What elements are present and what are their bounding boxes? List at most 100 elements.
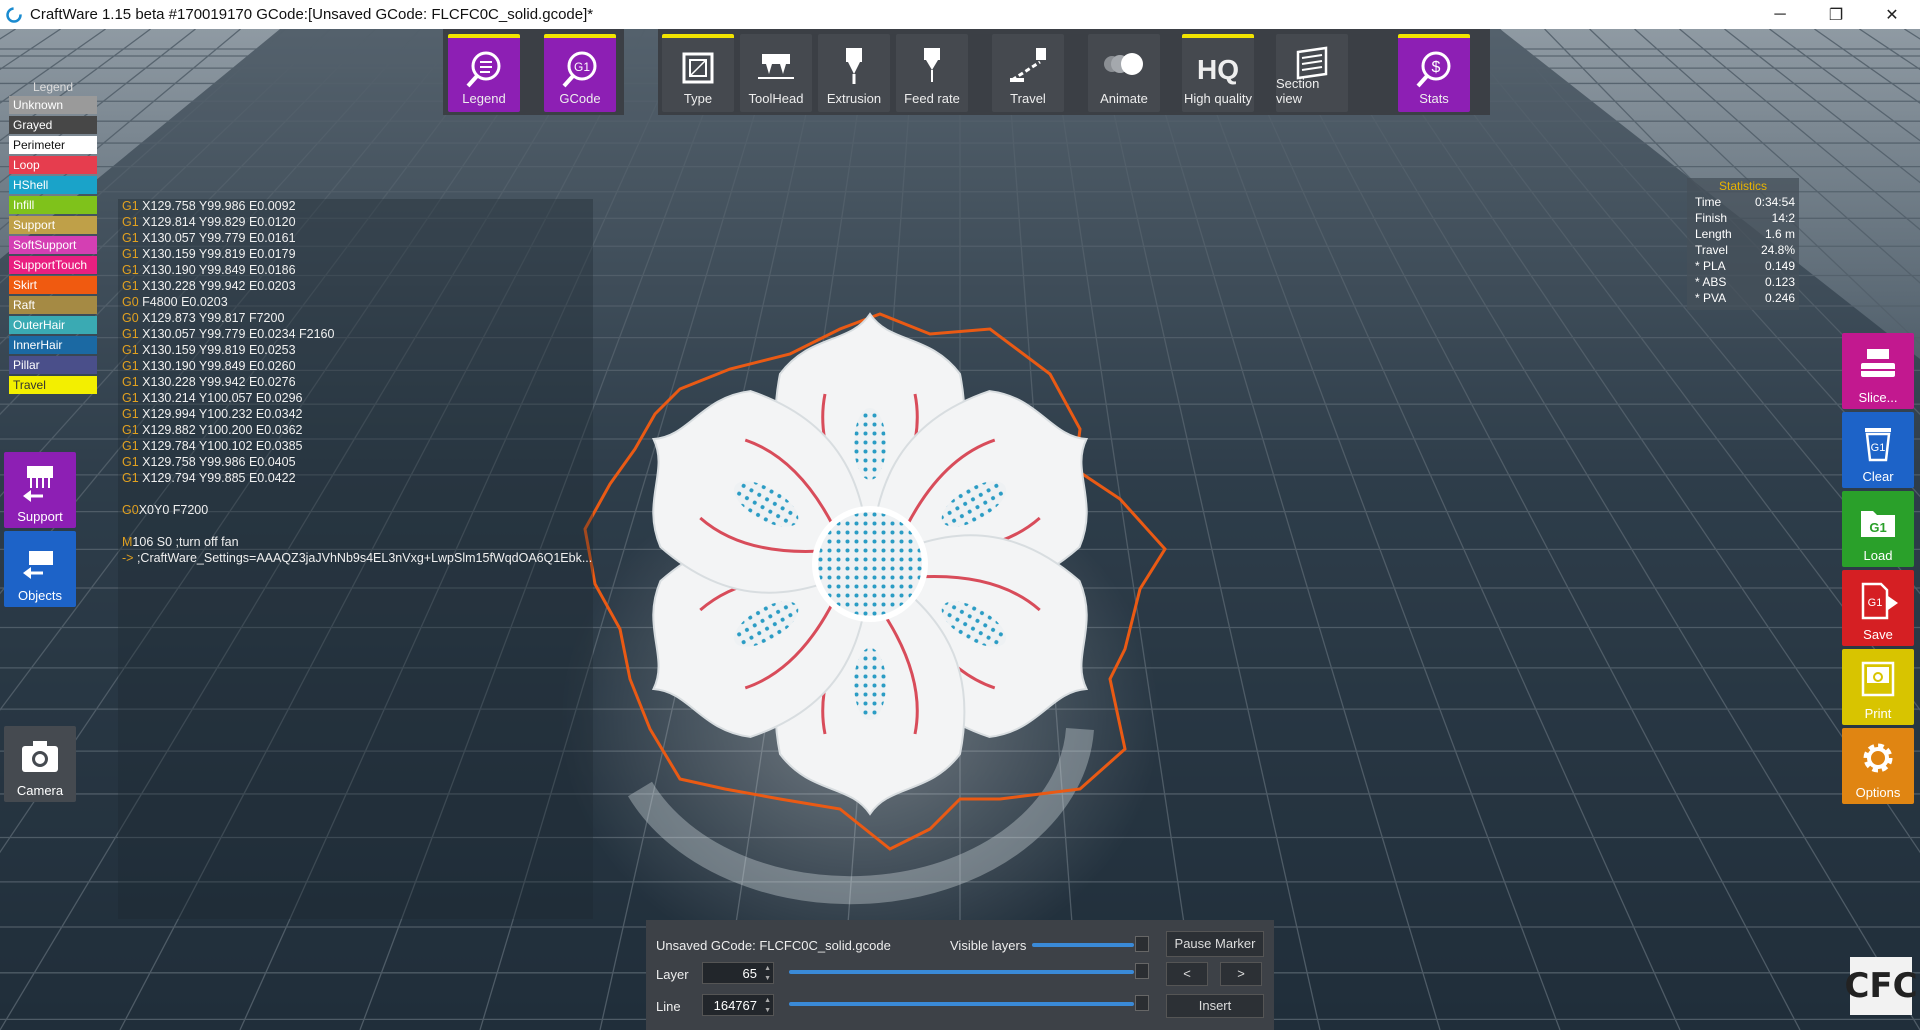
line-label: Line xyxy=(656,999,681,1014)
spin-arrows-icon[interactable]: ▲ ▼ xyxy=(764,996,771,1016)
gcode-command: G1 xyxy=(122,471,139,485)
next-button[interactable]: > xyxy=(1220,962,1262,986)
type-button-label: Type xyxy=(683,91,713,106)
clear-trash-icon: G1 xyxy=(1865,428,1891,462)
3d-viewport[interactable]: Legend Unknown Grayed Perimeter Loop HShell I… xyxy=(0,29,1920,1030)
extrusion-nozzle-icon xyxy=(846,48,862,84)
gcode-line: G0X0Y0 F7200 xyxy=(122,503,208,517)
section-view-button[interactable]: Section view xyxy=(1276,34,1348,112)
gcode-args: F4800 E0.0203 xyxy=(138,295,228,309)
load-button-label: Load xyxy=(1863,548,1893,563)
stats-button[interactable]: $ Stats xyxy=(1398,34,1470,112)
extrusion-button[interactable]: Extrusion xyxy=(818,34,890,112)
type-button[interactable]: Type xyxy=(662,34,734,112)
insert-button[interactable]: Insert xyxy=(1166,994,1264,1018)
clear-button[interactable]: G1 Clear xyxy=(1842,412,1914,488)
gcode-command: G1 xyxy=(122,199,139,213)
legend-button[interactable]: Legend xyxy=(448,34,520,112)
legend-item: OuterHair xyxy=(9,316,97,334)
toolhead-button[interactable]: ToolHead xyxy=(740,34,812,112)
support-button[interactable]: Support xyxy=(4,452,76,528)
feedrate-button[interactable]: Feed rate xyxy=(896,34,968,112)
line-spinbox[interactable]: 164767 ▲ ▼ xyxy=(702,994,774,1016)
svg-text:G1: G1 xyxy=(574,60,590,74)
animate-button[interactable]: Animate xyxy=(1088,34,1160,112)
statistics-row: Time 0:34:54 xyxy=(1687,194,1799,210)
pause-marker-button[interactable]: Pause Marker xyxy=(1166,931,1264,957)
travel-path-icon xyxy=(1010,48,1046,82)
support-icon xyxy=(23,466,53,502)
travel-button[interactable]: Travel xyxy=(992,34,1064,112)
objects-button[interactable]: Objects xyxy=(4,531,76,607)
statistics-value: 0.149 xyxy=(1764,259,1795,273)
gcode-line: G1 X130.159 Y99.819 E0.0179 xyxy=(122,247,296,261)
legend-item: Skirt xyxy=(9,276,97,294)
legend-item: Loop xyxy=(9,156,97,174)
print-button[interactable]: Print xyxy=(1842,649,1914,725)
gcode-command: G1 xyxy=(122,263,139,277)
options-button[interactable]: Options xyxy=(1842,728,1914,804)
gcode-args: X130.190 Y99.849 E0.0260 xyxy=(138,359,296,373)
gcode-command: G0 xyxy=(122,295,139,309)
legend-item: InnerHair xyxy=(9,336,97,354)
statistics-label: Time xyxy=(1695,195,1722,209)
gcode-command: G1 xyxy=(122,423,139,437)
extrusion-button-label: Extrusion xyxy=(826,91,882,106)
layer-slider[interactable] xyxy=(789,970,1134,974)
gcode-args: X130.214 Y100.057 E0.0296 xyxy=(138,391,303,405)
gcode-line: G1 X130.228 Y99.942 E0.0276 xyxy=(122,375,296,389)
gcode-line: G1 X130.214 Y100.057 E0.0296 xyxy=(122,391,303,405)
legend-item: Unknown xyxy=(9,96,97,114)
gcode-command: G1 xyxy=(122,375,139,389)
statistics-value: 24.8% xyxy=(1760,243,1795,257)
statistics-label: * PLA xyxy=(1695,259,1726,273)
gcode-line: G0 F4800 E0.0203 xyxy=(122,295,228,309)
statistics-row: * ABS 0.123 xyxy=(1687,274,1799,290)
gcode-command: -> xyxy=(122,551,134,565)
layer-slider-handle[interactable] xyxy=(1135,963,1149,979)
close-button[interactable]: ✕ xyxy=(1864,0,1920,29)
clear-button-label: Clear xyxy=(1862,469,1894,484)
statistics-value: 0:34:54 xyxy=(1754,195,1795,209)
gcode-args: X129.882 Y100.200 E0.0362 xyxy=(138,423,303,437)
legend-button-label: Legend xyxy=(462,91,506,106)
gcode-button[interactable]: G1 GCode xyxy=(544,34,616,112)
options-button-label: Options xyxy=(1855,785,1901,800)
line-slider[interactable] xyxy=(789,1002,1134,1006)
print-button-label: Print xyxy=(1864,706,1892,721)
gcode-line: G1 X130.190 Y99.849 E0.0186 xyxy=(122,263,296,277)
toolhead-button-label: ToolHead xyxy=(748,91,804,106)
maximize-button[interactable]: ❐ xyxy=(1808,0,1864,29)
gcode-line: G1 X130.190 Y99.849 E0.0260 xyxy=(122,359,296,373)
spin-arrows-icon[interactable]: ▲ ▼ xyxy=(764,964,771,984)
camera-icon xyxy=(22,741,58,772)
gcode-button-label: GCode xyxy=(559,91,601,106)
statistics-value: 14:2 xyxy=(1771,211,1795,225)
visible-layers-slider[interactable] xyxy=(1032,943,1134,947)
camera-button-label: Camera xyxy=(16,783,64,798)
statistics-row: Length 1.6 m xyxy=(1687,226,1799,242)
previous-button[interactable]: < xyxy=(1166,962,1208,986)
save-button[interactable]: G1 Save xyxy=(1842,570,1914,646)
minimize-button[interactable]: ─ xyxy=(1752,0,1808,29)
legend-item: Grayed xyxy=(9,116,97,134)
legend-panel: Legend Unknown Grayed Perimeter Loop HShell I… xyxy=(9,79,97,396)
stats-magnifier-icon: $ xyxy=(1416,51,1451,88)
gcode-line: -> ;CraftWare_Settings=AAAQZ3jaJVhNb9s4E… xyxy=(122,551,592,565)
visible-layers-handle[interactable] xyxy=(1135,936,1149,952)
gcode-args: X130.057 Y99.779 E0.0161 xyxy=(138,231,296,245)
legend-item: SoftSupport xyxy=(9,236,97,254)
layer-spinbox[interactable]: 65 ▲ ▼ xyxy=(702,962,774,984)
gcode-line: G1 X129.758 Y99.986 E0.0092 xyxy=(122,199,296,213)
travel-button-label: Travel xyxy=(1010,91,1046,106)
legend-item: Support xyxy=(9,216,97,234)
load-button[interactable]: G1 Load xyxy=(1842,491,1914,567)
camera-button[interactable]: Camera xyxy=(4,726,76,802)
section-view-icon xyxy=(1296,46,1328,80)
feedrate-nozzle-icon xyxy=(924,48,940,82)
gcode-line: G1 X129.794 Y99.885 E0.0422 xyxy=(122,471,296,485)
high-quality-button[interactable]: HQ High quality xyxy=(1182,34,1254,112)
line-slider-handle[interactable] xyxy=(1135,995,1149,1011)
line-value: 164767 xyxy=(713,998,757,1013)
slice-button[interactable]: Slice... xyxy=(1842,333,1914,409)
